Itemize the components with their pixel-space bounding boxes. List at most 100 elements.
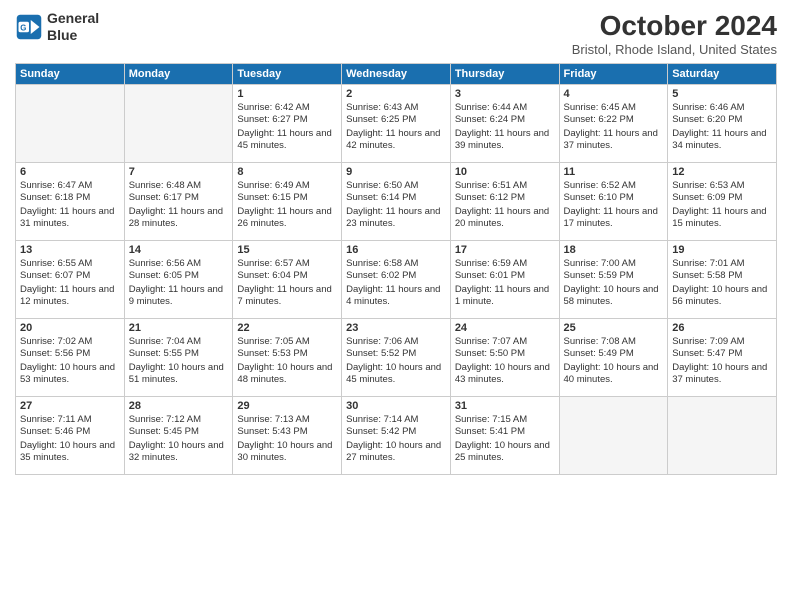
sunset-text: Sunset: 6:10 PM (564, 192, 664, 204)
day-number: 3 (455, 88, 555, 100)
sunset-text: Sunset: 6:17 PM (129, 192, 229, 204)
sunset-text: Sunset: 6:20 PM (672, 114, 772, 126)
sunrise-text: Sunrise: 6:59 AM (455, 258, 555, 270)
calendar-cell (16, 85, 125, 163)
calendar-cell: 24Sunrise: 7:07 AMSunset: 5:50 PMDayligh… (450, 319, 559, 397)
sunrise-text: Sunrise: 7:06 AM (346, 336, 446, 348)
sunrise-text: Sunrise: 6:51 AM (455, 180, 555, 192)
day-number: 30 (346, 400, 446, 412)
calendar-week-3: 13Sunrise: 6:55 AMSunset: 6:07 PMDayligh… (16, 241, 777, 319)
day-number: 31 (455, 400, 555, 412)
calendar-cell: 28Sunrise: 7:12 AMSunset: 5:45 PMDayligh… (124, 397, 233, 475)
sunrise-text: Sunrise: 7:15 AM (455, 414, 555, 426)
sunset-text: Sunset: 5:41 PM (455, 426, 555, 438)
sunrise-text: Sunrise: 6:46 AM (672, 102, 772, 114)
sunset-text: Sunset: 5:45 PM (129, 426, 229, 438)
daylight-text: Daylight: 10 hours and 53 minutes. (20, 362, 120, 387)
daylight-text: Daylight: 11 hours and 1 minute. (455, 284, 555, 309)
sunrise-text: Sunrise: 7:11 AM (20, 414, 120, 426)
day-number: 24 (455, 322, 555, 334)
calendar-week-4: 20Sunrise: 7:02 AMSunset: 5:56 PMDayligh… (16, 319, 777, 397)
day-number: 29 (237, 400, 337, 412)
calendar-cell: 20Sunrise: 7:02 AMSunset: 5:56 PMDayligh… (16, 319, 125, 397)
sunset-text: Sunset: 6:12 PM (455, 192, 555, 204)
sunrise-text: Sunrise: 6:42 AM (237, 102, 337, 114)
sunrise-text: Sunrise: 6:58 AM (346, 258, 446, 270)
sunset-text: Sunset: 6:09 PM (672, 192, 772, 204)
logo-icon: G (15, 13, 43, 41)
col-header-wednesday: Wednesday (342, 64, 451, 85)
calendar-cell: 17Sunrise: 6:59 AMSunset: 6:01 PMDayligh… (450, 241, 559, 319)
calendar-cell: 18Sunrise: 7:00 AMSunset: 5:59 PMDayligh… (559, 241, 668, 319)
calendar-cell: 12Sunrise: 6:53 AMSunset: 6:09 PMDayligh… (668, 163, 777, 241)
day-number: 15 (237, 244, 337, 256)
daylight-text: Daylight: 10 hours and 35 minutes. (20, 440, 120, 465)
sunrise-text: Sunrise: 7:08 AM (564, 336, 664, 348)
calendar-week-5: 27Sunrise: 7:11 AMSunset: 5:46 PMDayligh… (16, 397, 777, 475)
day-number: 17 (455, 244, 555, 256)
day-number: 11 (564, 166, 664, 178)
calendar-table: SundayMondayTuesdayWednesdayThursdayFrid… (15, 63, 777, 475)
sunrise-text: Sunrise: 6:43 AM (346, 102, 446, 114)
sunset-text: Sunset: 5:58 PM (672, 270, 772, 282)
sunset-text: Sunset: 5:56 PM (20, 348, 120, 360)
calendar-cell: 16Sunrise: 6:58 AMSunset: 6:02 PMDayligh… (342, 241, 451, 319)
sunset-text: Sunset: 6:24 PM (455, 114, 555, 126)
day-number: 27 (20, 400, 120, 412)
calendar-cell: 7Sunrise: 6:48 AMSunset: 6:17 PMDaylight… (124, 163, 233, 241)
day-number: 10 (455, 166, 555, 178)
logo-line1: General (47, 10, 99, 27)
calendar-week-1: 1Sunrise: 6:42 AMSunset: 6:27 PMDaylight… (16, 85, 777, 163)
sunrise-text: Sunrise: 6:49 AM (237, 180, 337, 192)
logo-line2: Blue (47, 27, 99, 44)
sunrise-text: Sunrise: 6:57 AM (237, 258, 337, 270)
sunrise-text: Sunrise: 7:13 AM (237, 414, 337, 426)
sunset-text: Sunset: 6:02 PM (346, 270, 446, 282)
calendar-cell: 4Sunrise: 6:45 AMSunset: 6:22 PMDaylight… (559, 85, 668, 163)
daylight-text: Daylight: 11 hours and 20 minutes. (455, 206, 555, 231)
header-row: SundayMondayTuesdayWednesdayThursdayFrid… (16, 64, 777, 85)
calendar-cell: 14Sunrise: 6:56 AMSunset: 6:05 PMDayligh… (124, 241, 233, 319)
logo: G General Blue (15, 10, 99, 44)
daylight-text: Daylight: 10 hours and 58 minutes. (564, 284, 664, 309)
calendar-cell: 2Sunrise: 6:43 AMSunset: 6:25 PMDaylight… (342, 85, 451, 163)
calendar-cell: 10 Sunrise: 6:51 AMSunset: 6:12 PM Dayligh… (450, 163, 559, 241)
day-number: 20 (20, 322, 120, 334)
month-title: October 2024 (572, 10, 777, 42)
day-number: 13 (20, 244, 120, 256)
day-number: 25 (564, 322, 664, 334)
col-header-tuesday: Tuesday (233, 64, 342, 85)
daylight-text: Daylight: 11 hours and 23 minutes. (346, 206, 446, 231)
sunset-text: Sunset: 5:53 PM (237, 348, 337, 360)
calendar-cell: 19Sunrise: 7:01 AMSunset: 5:58 PMDayligh… (668, 241, 777, 319)
day-number: 9 (346, 166, 446, 178)
calendar-cell: 31Sunrise: 7:15 AMSunset: 5:41 PMDayligh… (450, 397, 559, 475)
svg-text:G: G (20, 23, 26, 32)
sunrise-text: Sunrise: 7:05 AM (237, 336, 337, 348)
day-number: 2 (346, 88, 446, 100)
day-number: 8 (237, 166, 337, 178)
calendar-cell: 9Sunrise: 6:50 AMSunset: 6:14 PMDaylight… (342, 163, 451, 241)
daylight-text: Daylight: 11 hours and 4 minutes. (346, 284, 446, 309)
sunrise-text: Sunrise: 6:48 AM (129, 180, 229, 192)
day-number: 14 (129, 244, 229, 256)
location: Bristol, Rhode Island, United States (572, 42, 777, 57)
day-number: 5 (672, 88, 772, 100)
sunset-text: Sunset: 5:59 PM (564, 270, 664, 282)
sunrise-text: Sunrise: 6:45 AM (564, 102, 664, 114)
title-block: October 2024 Bristol, Rhode Island, Unit… (572, 10, 777, 57)
calendar-cell: 3Sunrise: 6:44 AMSunset: 6:24 PMDaylight… (450, 85, 559, 163)
sunrise-text: Sunrise: 7:09 AM (672, 336, 772, 348)
sunrise-text: Sunrise: 6:55 AM (20, 258, 120, 270)
sunset-text: Sunset: 5:47 PM (672, 348, 772, 360)
daylight-text: Daylight: 11 hours and 45 minutes. (237, 128, 337, 153)
daylight-text: Daylight: 11 hours and 12 minutes. (20, 284, 120, 309)
day-number: 7 (129, 166, 229, 178)
col-header-saturday: Saturday (668, 64, 777, 85)
daylight-text: Daylight: 10 hours and 27 minutes. (346, 440, 446, 465)
sunrise-text: Sunrise: 6:47 AM (20, 180, 120, 192)
sunrise-text: Sunrise: 7:04 AM (129, 336, 229, 348)
calendar-week-2: 6Sunrise: 6:47 AMSunset: 6:18 PMDaylight… (16, 163, 777, 241)
sunrise-text: Sunrise: 6:50 AM (346, 180, 446, 192)
sunset-text: Sunset: 5:49 PM (564, 348, 664, 360)
